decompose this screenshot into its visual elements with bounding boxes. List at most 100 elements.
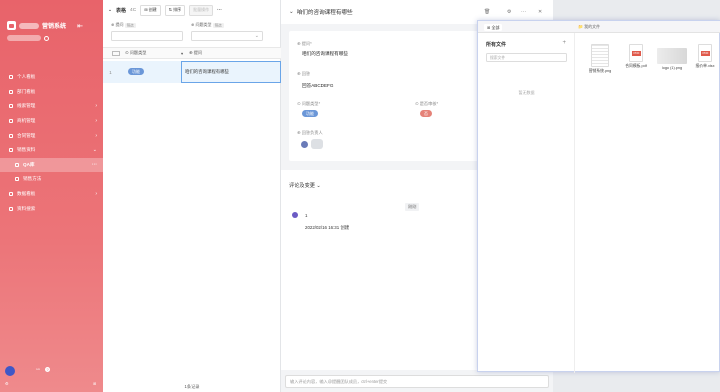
column-question-label: 提问: [193, 50, 203, 55]
folder-icon: [8, 148, 13, 153]
sidebar-item-label: 资料搜索: [17, 205, 36, 211]
sidebar-item-label: 部门看板: [17, 88, 36, 94]
chevron-right-icon: ›: [95, 132, 97, 139]
chevron-down-icon[interactable]: ⌄: [108, 8, 112, 13]
sort-button-label: 排序: [173, 7, 182, 12]
sidebar-item-label: 个人看板: [17, 74, 36, 80]
collapse-sidebar-icon[interactable]: ⇤: [77, 22, 83, 30]
pdf-file-icon: PDF: [629, 44, 643, 62]
type-badge: 功能: [302, 109, 318, 118]
close-icon[interactable]: ✕: [538, 9, 542, 15]
sidebar-item-label: 合同管理: [17, 132, 36, 138]
more-icon[interactable]: ···: [521, 9, 526, 15]
question-label-text: 提问*: [301, 41, 312, 46]
sidebar-item-department-dashboard[interactable]: 部门看板: [0, 85, 103, 100]
owner-field-label: ⊕ 回答负责人: [297, 130, 323, 135]
help-icon[interactable]: ?: [45, 367, 50, 372]
user-name-blurred: [7, 35, 41, 41]
review-label-text: 是否审核*: [419, 101, 439, 106]
sidebar-item-label: 销售资料: [17, 147, 36, 153]
question-field-label: ⊕ 提问*: [297, 41, 312, 46]
avatar: [292, 212, 298, 218]
sidebar-item-sales-methods[interactable]: 销售方法: [0, 172, 103, 187]
avatar[interactable]: [301, 141, 308, 148]
tab-all[interactable]: ⊞ 全部: [484, 24, 503, 31]
filter-type-select[interactable]: ⌄: [191, 31, 263, 41]
chart-icon: [8, 192, 13, 197]
file-search-input[interactable]: 搜索文件: [486, 53, 567, 62]
image-thumbnail-icon: [657, 48, 687, 64]
chevron-right-icon: ›: [95, 118, 97, 125]
select-all-checkbox[interactable]: [112, 50, 120, 56]
expand-icon[interactable]: ⊞: [93, 381, 96, 386]
more-icon[interactable]: ···: [92, 162, 97, 168]
person-icon: [8, 104, 13, 109]
sidebar: 营销系统 ⇤ 个人看板 部门看板 线索管理 › 商机管理 › 合同管理 › 销售资料 ⌄…: [0, 0, 103, 392]
file-item[interactable]: PDF 报价单.xlsx: [690, 44, 720, 69]
user-info[interactable]: [7, 35, 49, 41]
settings-icon[interactable]: ⚙: [507, 9, 511, 15]
table-title: 表格: [116, 7, 127, 14]
app-name: 营销系统: [42, 24, 67, 30]
sidebar-item-qa-library[interactable]: QA库 ···: [0, 157, 103, 173]
answer-label-text: 回答: [301, 71, 311, 76]
file-window-toolbar: ⊞ 全部 📁 我的文件: [478, 21, 720, 33]
notification-icon[interactable]: ◔ⁿ: [35, 367, 40, 373]
sidebar-item-label: 商机管理: [17, 118, 36, 124]
team-icon: [8, 89, 13, 94]
comments-title-text: 评论及变更: [289, 183, 315, 189]
comment-input[interactable]: 输入评论内容，输入@提醒团队成员，ctrl+enter提交: [285, 375, 549, 388]
column-sort-icon[interactable]: ▾: [181, 51, 189, 56]
owner-label-text: 回答负责人: [301, 130, 323, 135]
create-button[interactable]: ⊞ 创建: [140, 4, 161, 16]
row-index: 1: [109, 69, 112, 75]
file-item[interactable]: PDF 合同模板.pdf: [621, 44, 651, 69]
sidebar-item-material-search[interactable]: 资料搜索: [0, 201, 103, 216]
table-header: ⊙ 问题类型 ▾ ⊕ 提问: [103, 47, 281, 59]
filter-inputs: ⌄: [103, 31, 280, 41]
breadcrumb: 📁 我的文件: [578, 24, 601, 29]
batch-operation-button[interactable]: 批量操作: [189, 4, 214, 16]
filter-type-text: 问题类型: [195, 22, 212, 27]
answer-field-value[interactable]: 回答ABCDEFG: [302, 83, 333, 89]
file-manager-window: ⊞ 全部 📁 我的文件 所有文件 + 搜索文件 暂无数据 营销系统.png PD…: [477, 20, 720, 373]
sidebar-item-label: 数据看板: [17, 191, 36, 197]
file-item[interactable]: logo (1).png: [655, 44, 689, 70]
sidebar-item-contracts[interactable]: 合同管理 ›: [0, 128, 103, 143]
sidebar-item-sales-materials[interactable]: 销售资料 ⌄: [0, 143, 103, 158]
sidebar-item-data-dashboard[interactable]: 数据看板 ›: [0, 187, 103, 202]
question-field-value[interactable]: 咱们的咨询课程有哪些: [302, 51, 348, 57]
delete-icon[interactable]: 🗑: [484, 9, 490, 15]
filter-tag: 筛选: [124, 22, 136, 28]
settings-icon[interactable]: ⚙: [5, 381, 9, 386]
add-icon[interactable]: +: [562, 40, 566, 46]
search-icon: [8, 206, 13, 211]
sidebar-item-opportunities[interactable]: 商机管理 ›: [0, 114, 103, 129]
chevron-right-icon: ›: [95, 191, 97, 198]
log-entry: 2022/02/16 16:31 创建: [305, 225, 350, 230]
comments-title[interactable]: 评论及变更 ⌄: [289, 182, 321, 189]
review-field-value[interactable]: 否: [420, 109, 432, 118]
chevron-down-icon[interactable]: ⌄: [289, 9, 294, 15]
table-row[interactable]: 1 功能 咱们的咨询课程有哪些: [103, 61, 281, 83]
column-header-type[interactable]: ⊙ 问题类型: [125, 50, 181, 56]
sidebar-item-personal-dashboard[interactable]: 个人看板: [0, 70, 103, 85]
owner-name-blurred: [311, 139, 323, 149]
empty-state: 暂无数据: [518, 90, 535, 95]
file-name: logo (1).png: [661, 66, 683, 70]
type-field-value[interactable]: 功能: [302, 109, 318, 118]
filter-type-label: ⊕ 问题类型 筛选: [191, 22, 224, 28]
filter-question-input[interactable]: [111, 31, 183, 41]
column-header-question[interactable]: ⊕ 提问: [189, 50, 202, 56]
status-icon: [44, 35, 49, 41]
breadcrumb-label: 我的文件: [584, 24, 601, 29]
more-options-button[interactable]: ···: [217, 8, 222, 13]
avatar[interactable]: [5, 366, 15, 376]
sort-button[interactable]: ⇅ 排序: [164, 4, 186, 16]
file-tree-panel: 所有文件 + 搜索文件 暂无数据: [478, 33, 575, 373]
log-count: 1: [305, 213, 308, 218]
tab-all-label: 全部: [491, 24, 500, 30]
file-item[interactable]: 营销系统.png: [587, 44, 613, 74]
type-field-label: ⊙ 问题类型*: [297, 101, 321, 106]
sidebar-item-leads[interactable]: 线索管理 ›: [0, 99, 103, 114]
